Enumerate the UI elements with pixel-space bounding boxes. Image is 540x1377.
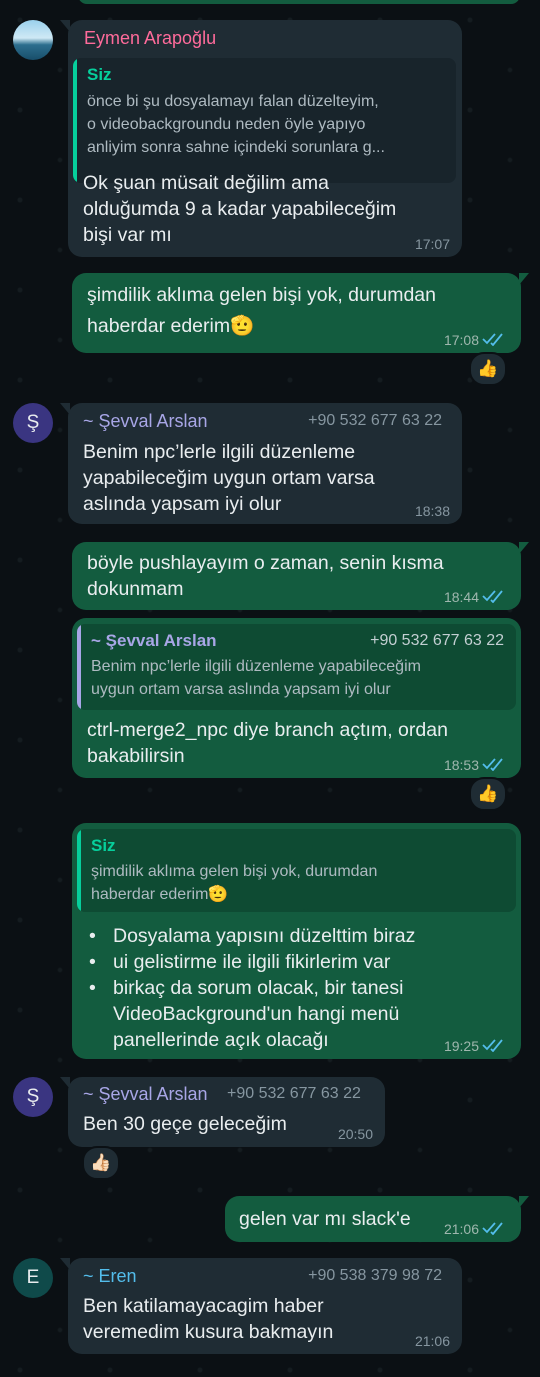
read-receipt-icon [482,1039,503,1052]
message-bubble[interactable]: gelen var mı slack'e 21:06 [225,1196,529,1242]
timestamp: 18:53 [443,757,479,773]
message-line: bakabilirsin [87,745,185,767]
quoted-message[interactable]: ~ Şevval Arslan +90 532 677 63 22 Benim … [77,624,516,710]
message-line: olduğumda 9 a kadar yapabileceğim [83,198,397,220]
timestamp: 19:25 [443,1038,479,1054]
bullet-item: Dosyalama yapısını düzelttim biraz [89,923,415,949]
quote-line: haberdar ederim🫡 [91,886,229,903]
bullet-continuation: panellerinde açık olacağı [113,1029,329,1051]
message-line: dokunmam [87,578,184,600]
read-receipt-icon [482,590,503,603]
quoted-message[interactable]: Siz şimdilik aklıma gelen bişi yok, duru… [77,829,516,912]
sender-name: ~ Şevval Arslan [83,411,208,431]
quote-author: Siz [91,836,116,855]
message-bubble[interactable]: ~ Şevval Arslan +90 532 677 63 22 Ben 30… [60,1077,385,1147]
avatar[interactable]: Ş [13,403,53,443]
quote-phone: +90 532 677 63 22 [370,632,504,649]
read-receipt-icon [482,333,503,346]
timestamp: 18:38 [414,503,450,519]
previous-message-edge [78,0,520,4]
message-line: haberdar ederim🫡 [87,315,255,337]
message-line: aslında yapsam iyi olur [83,493,282,515]
quote-line: şimdilik aklıma gelen bişi yok, durumdan [91,863,378,880]
reaction-badge[interactable]: 👍 [469,777,507,811]
message-line: Ben 30 geçe geleceğim [83,1113,287,1135]
read-receipt-icon [482,1222,503,1235]
timestamp: 21:06 [443,1221,479,1237]
message-bubble[interactable]: ~ Eren +90 538 379 98 72 Ben katilamayac… [60,1258,462,1354]
message-line: ctrl-merge2_npc diye branch açtım, ordan [87,719,448,741]
message-bubble[interactable]: ~ Şevval Arslan +90 532 677 63 22 Benim … [60,403,462,524]
message-bubble[interactable]: böyle pushlayayım o zaman, senin kısma d… [72,542,529,610]
message-line: şimdilik aklıma gelen bişi yok, durumdan [87,284,436,306]
message-bubble[interactable]: Siz şimdilik aklıma gelen bişi yok, duru… [72,823,521,1059]
quote-author: Siz [87,65,112,84]
quote-line: Benim npc’lerle ilgili düzenleme yapabil… [91,658,421,675]
message-bubble[interactable]: ~ Şevval Arslan +90 532 677 63 22 Benim … [72,618,521,778]
quote-line: o videobackgroundu neden öyle yapıyo [87,116,366,133]
quote-line: önce bi şu dosyalamayı falan düzelteyim, [87,93,379,110]
timestamp: 17:07 [414,236,450,252]
avatar[interactable] [13,20,53,60]
quote-line: uygun ortam varsa aslında yapsam iyi olu… [91,681,391,698]
message-line: veremedim kusura bakmayın [83,1321,334,1343]
reaction-badge[interactable]: 👍🏻 [82,1146,120,1180]
read-receipt-icon [482,758,503,771]
sender-phone: +90 532 677 63 22 [308,412,442,429]
message-line: yapabileceğim uygun ortam varsa [83,467,375,489]
quoted-message[interactable]: Siz önce bi şu dosyalamayı falan düzelte… [73,58,456,183]
sender-name: Eymen Arapoğlu [84,28,217,48]
timestamp: 21:06 [414,1333,450,1349]
timestamp: 20:50 [337,1126,373,1142]
message-line: böyle pushlayayım o zaman, senin kısma [87,552,444,574]
reaction-badge[interactable]: 👍 [469,352,507,386]
message-line: Ben katilamayacagim haber [83,1295,324,1317]
bullet-continuation: VideoBackground'un hangi menü [113,1003,400,1025]
bullet-item: ui gelistirme ile ilgili fikirlerim var [89,949,390,975]
avatar[interactable]: Ş [13,1077,53,1117]
timestamp: 18:44 [443,589,479,605]
message-bubble[interactable]: Eymen Arapoğlu Siz önce bi şu dosyalamay… [60,20,462,257]
avatar[interactable]: E [13,1258,53,1298]
bullet-item: birkaç da sorum olacak, bir tanesi [89,975,404,1001]
sender-phone: +90 538 379 98 72 [308,1267,442,1284]
sender-name: ~ Şevval Arslan [83,1084,208,1104]
message-bubble[interactable]: şimdilik aklıma gelen bişi yok, durumdan… [72,273,529,353]
message-line: bişi var mı [83,224,172,246]
message-line: gelen var mı slack'e [239,1208,411,1230]
sender-name: ~ Eren [83,1266,137,1286]
quote-line: anliyim sonra sahne içindeki sorunlara g… [87,139,385,156]
timestamp: 17:08 [443,332,479,348]
message-line: Benim npc’lerle ilgili düzenleme [83,441,356,463]
message-line: Ok şuan müsait değilim ama [83,172,330,194]
sender-phone: +90 532 677 63 22 [227,1085,361,1102]
